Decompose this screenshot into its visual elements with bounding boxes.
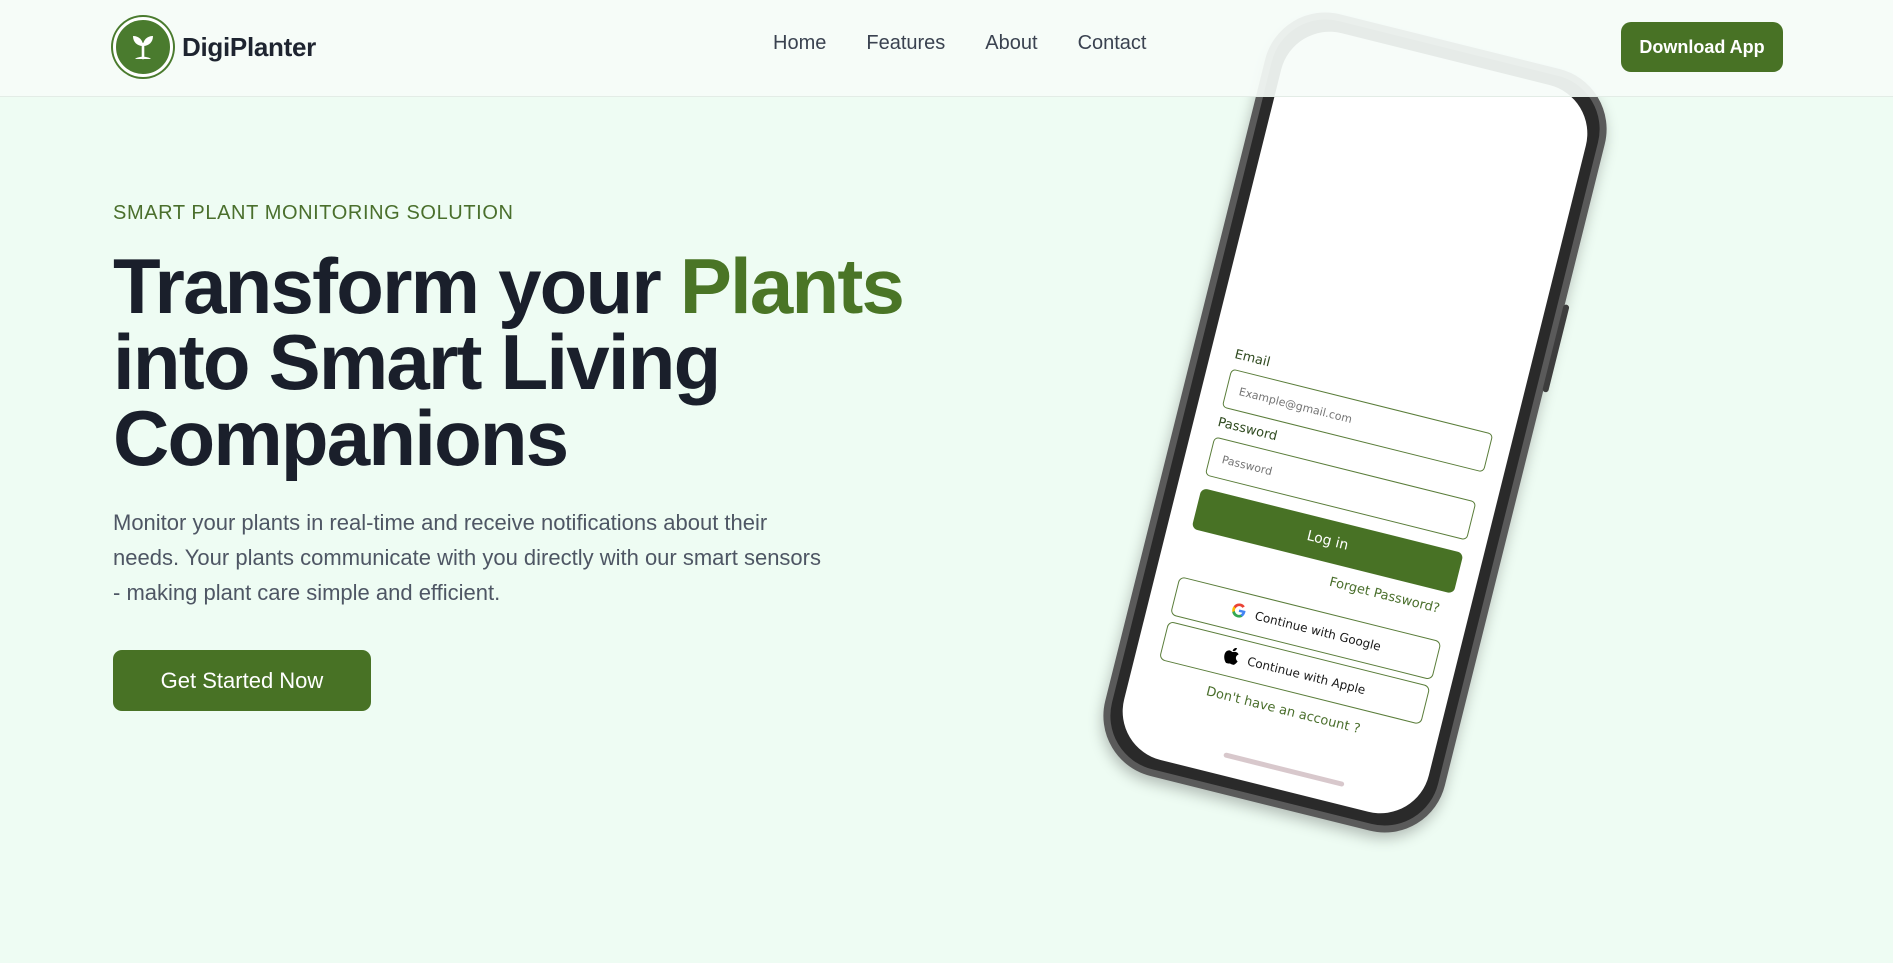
download-app-button[interactable]: Download App — [1621, 22, 1783, 72]
hero-title-part1: Transform your — [113, 242, 680, 330]
home-indicator — [1223, 752, 1345, 788]
nav-item-about[interactable]: About — [985, 32, 1037, 55]
brand-logo[interactable]: DigiPlanter — [113, 17, 316, 77]
phone-side-button — [1542, 304, 1570, 393]
main-nav: Home Features About Contact — [773, 32, 1147, 55]
apple-login-label: Continue with Apple — [1245, 654, 1367, 698]
phone-mockup: Email Password Log in Forget Password? C… — [1090, 0, 1620, 846]
hero-title: Transform your Plants into Smart Living … — [113, 247, 973, 477]
get-started-button[interactable]: Get Started Now — [113, 650, 371, 711]
nav-item-features[interactable]: Features — [866, 32, 945, 55]
phone-screen: Email Password Log in Forget Password? C… — [1112, 21, 1598, 824]
phone-frame: Email Password Log in Forget Password? C… — [1090, 0, 1620, 846]
hero-description: Monitor your plants in real-time and rec… — [113, 510, 821, 605]
site-header: DigiPlanter Home Features About Contact … — [0, 0, 1893, 97]
nav-item-contact[interactable]: Contact — [1078, 32, 1147, 55]
sprout-icon — [113, 17, 173, 77]
apple-icon — [1222, 646, 1241, 669]
brand-name: DigiPlanter — [182, 31, 316, 62]
google-icon — [1229, 600, 1249, 622]
hero-title-accent: Plants — [679, 242, 905, 330]
email-label: Email — [1233, 347, 1272, 371]
hero-eyebrow: SMART PLANT MONITORING SOLUTION — [113, 202, 514, 224]
nav-item-home[interactable]: Home — [773, 32, 826, 55]
hero-title-part2: into Smart Living Companions — [113, 318, 721, 482]
